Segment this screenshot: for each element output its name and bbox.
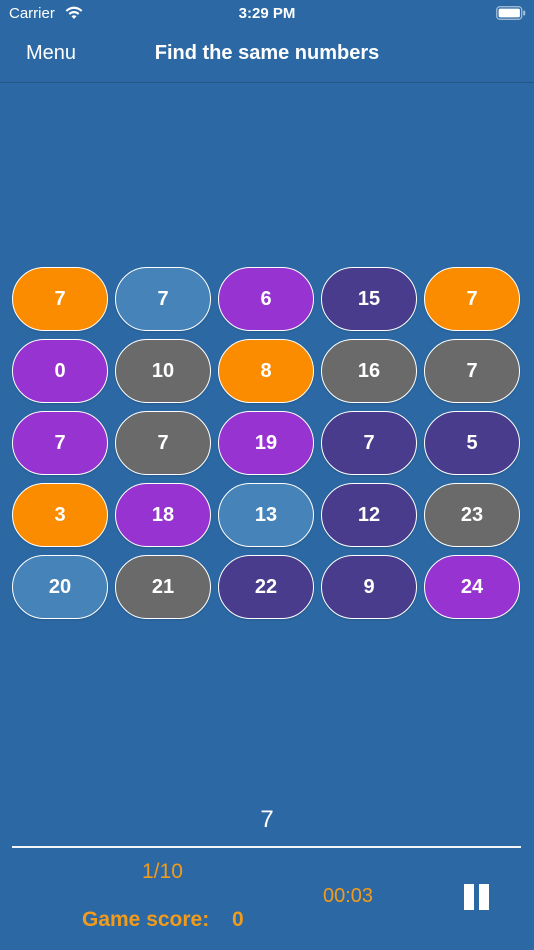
number-tile[interactable]: 13 xyxy=(218,483,314,547)
status-time: 3:29 PM xyxy=(238,5,296,22)
number-tile[interactable]: 18 xyxy=(115,483,211,547)
status-bar: Carrier 3:29 PM xyxy=(0,0,534,28)
number-tile[interactable]: 7 xyxy=(424,339,520,403)
number-tile[interactable]: 9 xyxy=(321,555,417,619)
number-tile[interactable]: 7 xyxy=(115,267,211,331)
game-score-label: Game score: xyxy=(82,908,210,931)
number-tile[interactable]: 3 xyxy=(12,483,108,547)
battery-icon xyxy=(496,6,526,20)
number-tile[interactable]: 5 xyxy=(424,411,520,475)
number-tile[interactable]: 7 xyxy=(12,267,108,331)
round-progress: 1/10 xyxy=(142,860,183,883)
number-tile[interactable]: 8 xyxy=(218,339,314,403)
page-title: Find the same numbers xyxy=(154,42,380,64)
number-tile[interactable]: 23 xyxy=(424,483,520,547)
number-tile[interactable]: 7 xyxy=(12,411,108,475)
target-number: 7 xyxy=(260,806,274,833)
number-tile[interactable]: 15 xyxy=(321,267,417,331)
divider xyxy=(12,846,521,848)
number-grid: 7 7 6 15 7 0 10 8 16 7 7 7 19 7 5 3 18 13 12 23 20 21 22 9 24 xyxy=(12,267,522,619)
navigation-bar: Menu Find the same numbers xyxy=(0,28,534,83)
game-score-value: 0 xyxy=(232,908,244,931)
number-tile[interactable]: 0 xyxy=(12,339,108,403)
number-tile[interactable]: 19 xyxy=(218,411,314,475)
game-timer: 00:03 xyxy=(323,885,374,907)
number-tile[interactable]: 22 xyxy=(218,555,314,619)
number-tile[interactable]: 7 xyxy=(321,411,417,475)
number-tile[interactable]: 10 xyxy=(115,339,211,403)
number-tile[interactable]: 24 xyxy=(424,555,520,619)
number-tile[interactable]: 16 xyxy=(321,339,417,403)
number-tile[interactable]: 7 xyxy=(424,267,520,331)
number-tile[interactable]: 12 xyxy=(321,483,417,547)
number-tile[interactable]: 21 xyxy=(115,555,211,619)
number-tile[interactable]: 20 xyxy=(12,555,108,619)
number-tile[interactable]: 7 xyxy=(115,411,211,475)
number-tile[interactable]: 6 xyxy=(218,267,314,331)
pause-button[interactable] xyxy=(462,882,492,912)
